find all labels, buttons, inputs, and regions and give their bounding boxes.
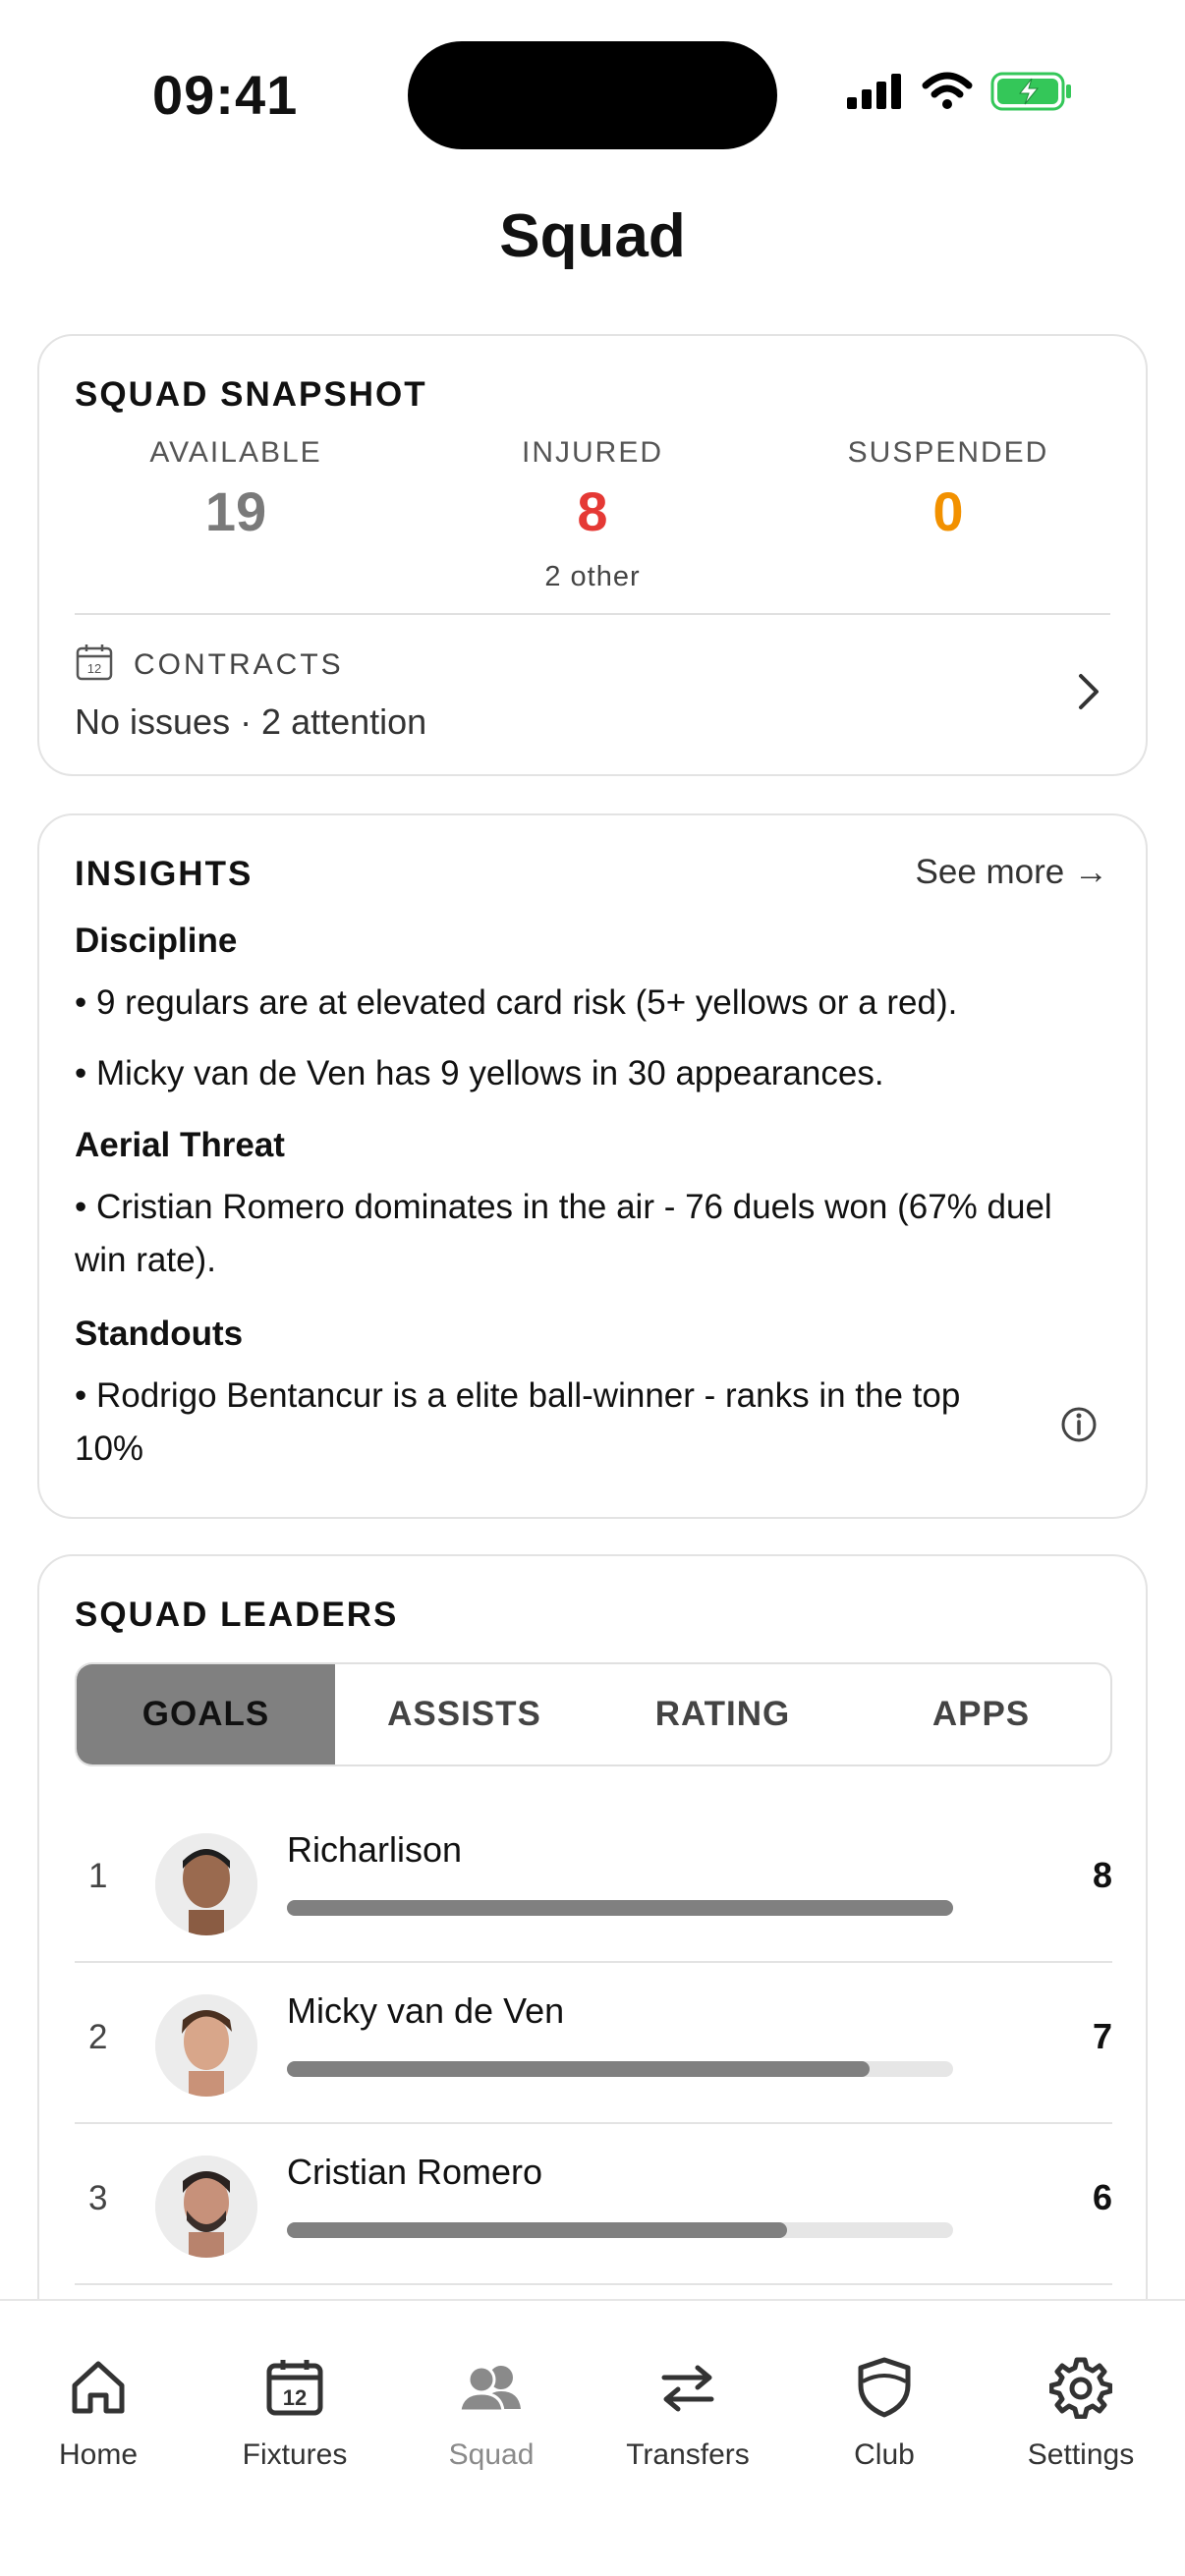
squad-snapshot-card: SQUAD SNAPSHOT AVAILABLE 19 INJURED 8 2 … — [37, 334, 1148, 776]
tab-rating[interactable]: RATING — [593, 1664, 852, 1764]
insight-bullet: • 9 regulars are at elevated card risk (… — [75, 983, 958, 1022]
tab-label: Club — [854, 2438, 915, 2471]
snapshot-heading: SQUAD SNAPSHOT — [75, 375, 427, 414]
chevron-right-icon — [1079, 674, 1099, 709]
contracts-status: No issues · 2 attention — [75, 701, 427, 742]
player-name: Cristian Romero — [287, 2152, 543, 2192]
gear-icon — [1049, 2357, 1112, 2419]
signal-icon — [847, 74, 901, 109]
stat-subtext: 2 other — [544, 561, 641, 592]
player-name: Richarlison — [287, 1829, 463, 1870]
leader-rank: 1 — [88, 1857, 108, 1895]
leader-bar-fill — [287, 1900, 953, 1916]
insights-heading: INSIGHTS — [75, 855, 254, 893]
stat-value: 8 — [577, 480, 608, 542]
tab-settings[interactable]: Settings — [983, 2350, 1179, 2472]
player-name: Micky van de Ven — [287, 1990, 565, 2031]
leader-bar — [287, 2061, 953, 2077]
tab-label: Fixtures — [242, 2438, 348, 2471]
insight-bullet: • Cristian Romero dominates in the air -… — [75, 1188, 1052, 1279]
page-title: Squad — [499, 202, 686, 270]
stat-label: INJURED — [521, 436, 663, 469]
stat-available: AVAILABLE 19 — [88, 436, 383, 543]
leader-value: 7 — [1092, 2016, 1112, 2056]
calendar-icon: 12 — [76, 644, 113, 681]
tab-label: Squad — [448, 2438, 535, 2471]
home-icon — [72, 2361, 125, 2414]
tab-label: Home — [58, 2438, 139, 2471]
leader-row[interactable]: 2 Micky van de Ven 7 — [75, 1963, 1112, 2124]
stat-label: SUSPENDED — [847, 436, 1049, 469]
tab-label: Settings — [1027, 2438, 1135, 2471]
stat-suspended: SUSPENDED 0 — [801, 436, 1096, 543]
tab-club[interactable]: Club — [786, 2350, 983, 2472]
leader-bar — [287, 2222, 953, 2238]
avatar — [155, 1833, 257, 1935]
stat-injured: INJURED 8 2 other — [445, 436, 740, 593]
leaders-tabs: GOALS ASSISTS RATING APPS — [75, 1662, 1112, 1766]
leader-bar — [287, 1900, 953, 1916]
contracts-label: CONTRACTS — [134, 648, 344, 681]
status-icons — [845, 71, 1073, 112]
bottom-tab-bar: Home 12 Fixtures Squad Transfers Club Se… — [0, 2299, 1185, 2576]
status-time: 09:41 — [152, 64, 299, 126]
leaders-heading: SQUAD LEADERS — [75, 1596, 399, 1634]
divider — [75, 613, 1110, 615]
svg-text:12: 12 — [283, 2385, 307, 2410]
tab-assists[interactable]: ASSISTS — [335, 1664, 593, 1764]
info-icon[interactable] — [1059, 1405, 1099, 1444]
svg-text:12: 12 — [87, 661, 101, 676]
insight-section-title: Aerial Threat — [75, 1126, 285, 1164]
leader-rank: 3 — [88, 2179, 108, 2217]
status-bar: 09:41 — [0, 0, 1185, 177]
leader-bar-fill — [287, 2222, 787, 2238]
leader-row[interactable]: 1 Richarlison 8 — [75, 1802, 1112, 1963]
tab-fixtures[interactable]: 12 Fixtures — [197, 2350, 393, 2472]
leader-bar-fill — [287, 2061, 871, 2077]
stat-label: AVAILABLE — [149, 436, 322, 469]
arrows-icon — [661, 2365, 714, 2412]
leader-row[interactable]: 3 Cristian Romero 6 — [75, 2124, 1112, 2285]
shield-icon — [858, 2357, 911, 2418]
insights-card: INSIGHTS See more → Discipline • 9 regul… — [37, 813, 1148, 1519]
avatar — [155, 1994, 257, 2097]
tab-apps[interactable]: APPS — [852, 1664, 1110, 1764]
tab-goals[interactable]: GOALS — [77, 1664, 335, 1764]
leader-rank: 2 — [88, 2018, 108, 2056]
leader-value: 8 — [1092, 1855, 1112, 1895]
tab-squad[interactable]: Squad — [393, 2350, 590, 2472]
people-icon — [458, 2365, 521, 2413]
tab-home[interactable]: Home — [0, 2350, 197, 2472]
insight-section-title: Discipline — [75, 922, 238, 960]
battery-charging-icon — [990, 72, 1071, 111]
tab-transfers[interactable]: Transfers — [590, 2350, 786, 2472]
avatar — [155, 2156, 257, 2258]
wifi-icon — [922, 72, 973, 109]
contracts-row[interactable]: 12 CONTRACTS No issues · 2 attention — [75, 631, 1110, 768]
insight-section-title: Standouts — [75, 1315, 244, 1353]
calendar-icon: 12 — [266, 2360, 323, 2416]
insight-bullet: • Micky van de Ven has 9 yellows in 30 a… — [75, 1054, 884, 1092]
insight-bullet: • Rodrigo Bentancur is a elite ball-winn… — [75, 1376, 961, 1468]
stat-value: 19 — [204, 480, 267, 542]
stat-value: 0 — [932, 480, 964, 542]
dynamic-island — [408, 41, 777, 149]
see-more-link[interactable]: See more → — [916, 853, 1108, 892]
tab-label: Transfers — [626, 2438, 750, 2471]
leader-value: 6 — [1092, 2177, 1112, 2217]
